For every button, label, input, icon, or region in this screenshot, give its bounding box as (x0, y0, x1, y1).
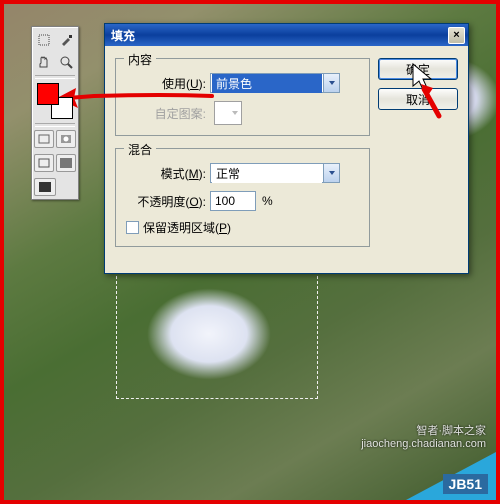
mode-label: 模式(M): (126, 165, 210, 182)
zoom-tool[interactable] (55, 51, 77, 73)
mode-dropdown[interactable]: 正常 (210, 163, 340, 183)
preserve-transparency-label: 保留透明区域(P) (143, 219, 231, 236)
close-icon: × (453, 29, 459, 41)
eyedropper-tool[interactable] (55, 29, 77, 51)
blend-legend: 混合 (124, 141, 156, 158)
eyedropper-icon (59, 33, 73, 47)
fullscreen-menu-icon (59, 157, 73, 169)
screen-mode-2[interactable] (56, 154, 76, 172)
hand-tool[interactable] (33, 51, 55, 73)
marquee-icon (37, 33, 51, 47)
close-button[interactable]: × (448, 27, 465, 44)
opacity-unit: % (262, 194, 273, 208)
standard-mode[interactable] (34, 130, 54, 148)
use-value: 前景色 (212, 74, 322, 93)
chevron-down-icon (328, 169, 336, 177)
preserve-transparency-checkbox[interactable] (126, 221, 139, 234)
foreground-swatch[interactable] (37, 83, 59, 105)
ok-label: 确定 (406, 61, 430, 78)
fullscreen-icon (38, 181, 52, 193)
tool-palette (31, 26, 79, 200)
chevron-down-icon (328, 79, 336, 87)
use-dropdown[interactable]: 前景色 (210, 73, 340, 93)
pattern-picker (214, 101, 242, 125)
mode-value: 正常 (212, 164, 322, 183)
cancel-button[interactable]: 取消 (378, 88, 458, 110)
mode-dropdown-button[interactable] (323, 164, 339, 182)
chevron-down-icon (231, 109, 239, 117)
opacity-label: 不透明度(O): (126, 193, 210, 210)
standard-mode-icon (37, 133, 51, 145)
blend-group: 混合 模式(M): 正常 不透明度(O): (115, 148, 370, 247)
titlebar[interactable]: 填充 × (105, 24, 468, 46)
dialog-title: 填充 (111, 27, 448, 44)
screen-mode-1[interactable] (34, 154, 54, 172)
magnifier-icon (59, 55, 73, 69)
separator (35, 75, 75, 79)
use-dropdown-button[interactable] (323, 74, 339, 92)
pattern-label: 自定图案: (126, 105, 210, 122)
quickmask-icon (59, 133, 73, 145)
quickmask-mode[interactable] (56, 130, 76, 148)
rect-marquee-tool[interactable] (33, 29, 55, 51)
fill-dialog: 填充 × 内容 使用(U): 前景色 (104, 23, 469, 274)
window-icon (37, 157, 51, 169)
hand-icon (37, 55, 51, 69)
screen-mode-3[interactable] (34, 178, 56, 196)
ok-button[interactable]: 确定 (378, 58, 458, 80)
content-legend: 内容 (124, 51, 156, 68)
content-group: 内容 使用(U): 前景色 自定图案: (115, 58, 370, 136)
separator (35, 123, 75, 127)
use-label: 使用(U): (126, 75, 210, 92)
opacity-input[interactable]: 100 (210, 191, 256, 211)
watermark-corner: JB51 (401, 425, 496, 500)
color-swatches (33, 81, 77, 121)
cancel-label: 取消 (406, 91, 430, 108)
opacity-value: 100 (215, 194, 235, 208)
